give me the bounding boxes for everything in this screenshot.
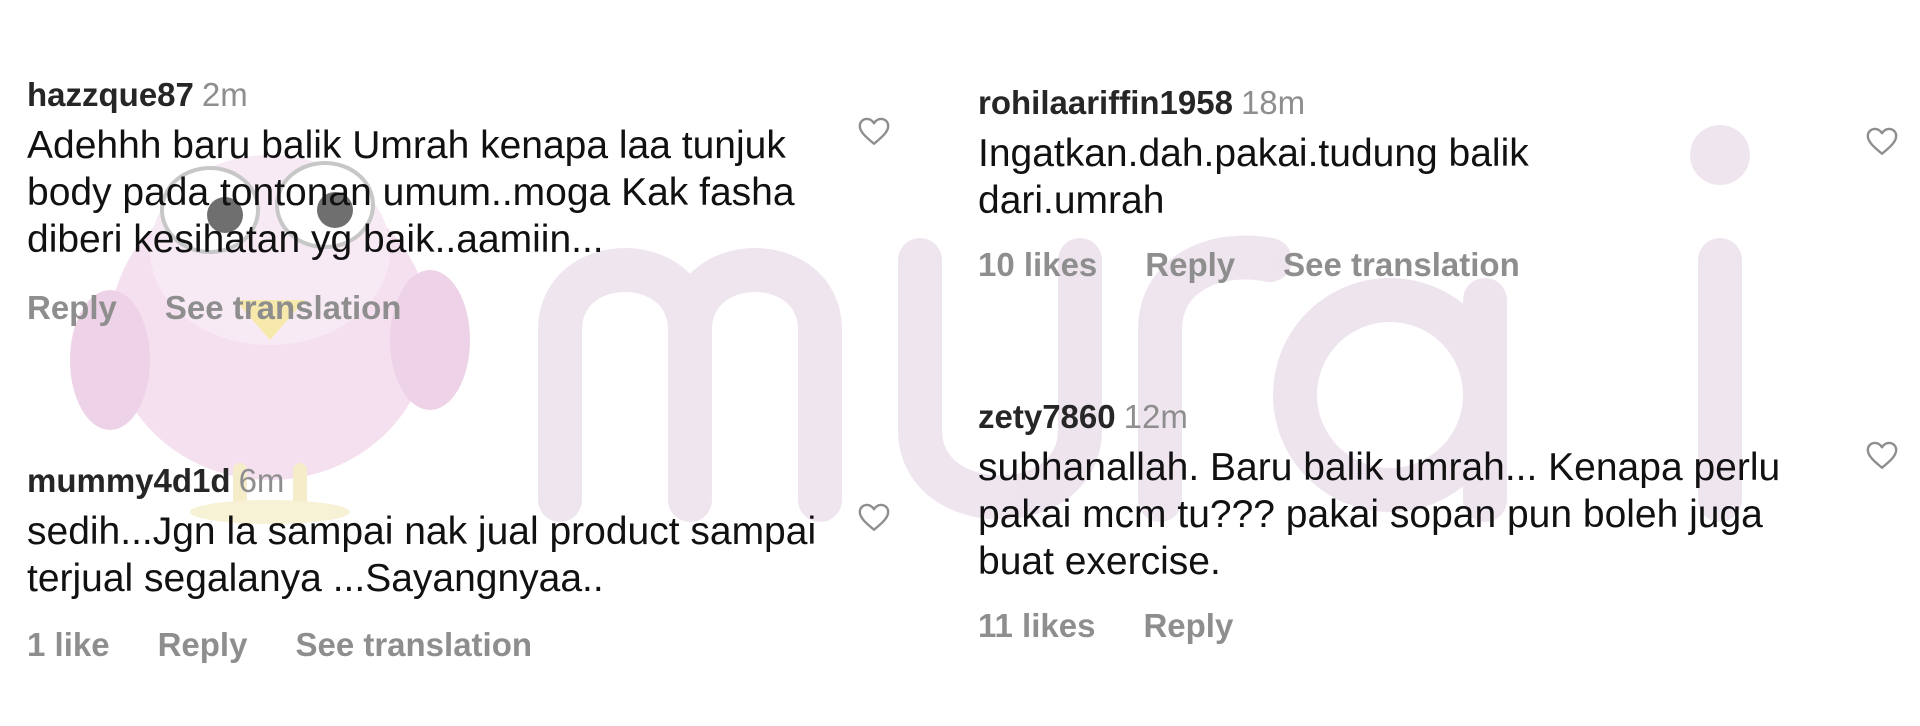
heart-icon[interactable] [856, 500, 892, 534]
comment-time: 12m [1123, 398, 1188, 435]
comment-text: subhanallah. Baru balik umrah... Kenapa … [978, 446, 1781, 583]
heart-icon[interactable] [1864, 438, 1900, 472]
comment-actions: Reply See translation [27, 289, 907, 327]
comment-item: rohilaariffin1958 18m Ingatkan.dah.pakai.… [978, 84, 1898, 284]
comment-text: Ingatkan.dah.pakai.tudung balik dari.umr… [978, 132, 1529, 222]
reply-button[interactable]: Reply [158, 626, 248, 663]
comment-username[interactable]: mummy4d1d [27, 462, 231, 499]
see-translation-button[interactable]: See translation [165, 289, 402, 326]
comment-meta: mummy4d1d 6m [27, 462, 907, 500]
comment-meta: zety7860 12m [978, 398, 1898, 436]
comment-text: sedih...Jgn la sampai nak jual product s… [27, 510, 817, 600]
like-count[interactable]: 1 like [27, 626, 110, 663]
reply-button[interactable]: Reply [27, 289, 117, 326]
comment-time: 2m [201, 76, 248, 113]
like-count[interactable]: 11 likes [978, 607, 1095, 644]
comment-time: 6m [238, 462, 285, 499]
comment-item: mummy4d1d 6m sedih...Jgn la sampai nak ju… [27, 462, 907, 664]
comment-meta: rohilaariffin1958 18m [978, 84, 1898, 122]
comment-actions: 10 likes Reply See translation [978, 246, 1898, 284]
comment-username[interactable]: rohilaariffin1958 [978, 84, 1233, 121]
reply-button[interactable]: Reply [1143, 607, 1233, 644]
comment-meta: hazzque87 2m [27, 76, 907, 114]
heart-icon[interactable] [1864, 124, 1900, 158]
comment-text: Adehhh baru balik Umrah kenapa laa tunju… [27, 124, 795, 261]
comment-actions: 11 likes Reply [978, 607, 1898, 645]
comment-time: 18m [1240, 84, 1306, 121]
comment-item: hazzque87 2m Adehhh baru balik Umrah kena… [27, 76, 907, 327]
heart-icon[interactable] [856, 114, 892, 148]
reply-button[interactable]: Reply [1145, 246, 1235, 283]
see-translation-button[interactable]: See translation [295, 626, 532, 663]
comment-item: zety7860 12m subhanallah. Baru balik umra… [978, 398, 1898, 645]
comment-username[interactable]: hazzque87 [27, 76, 194, 113]
comment-username[interactable]: zety7860 [978, 398, 1116, 435]
like-count[interactable]: 10 likes [978, 246, 1097, 283]
comment-actions: 1 like Reply See translation [27, 626, 907, 664]
see-translation-button[interactable]: See translation [1283, 246, 1520, 283]
